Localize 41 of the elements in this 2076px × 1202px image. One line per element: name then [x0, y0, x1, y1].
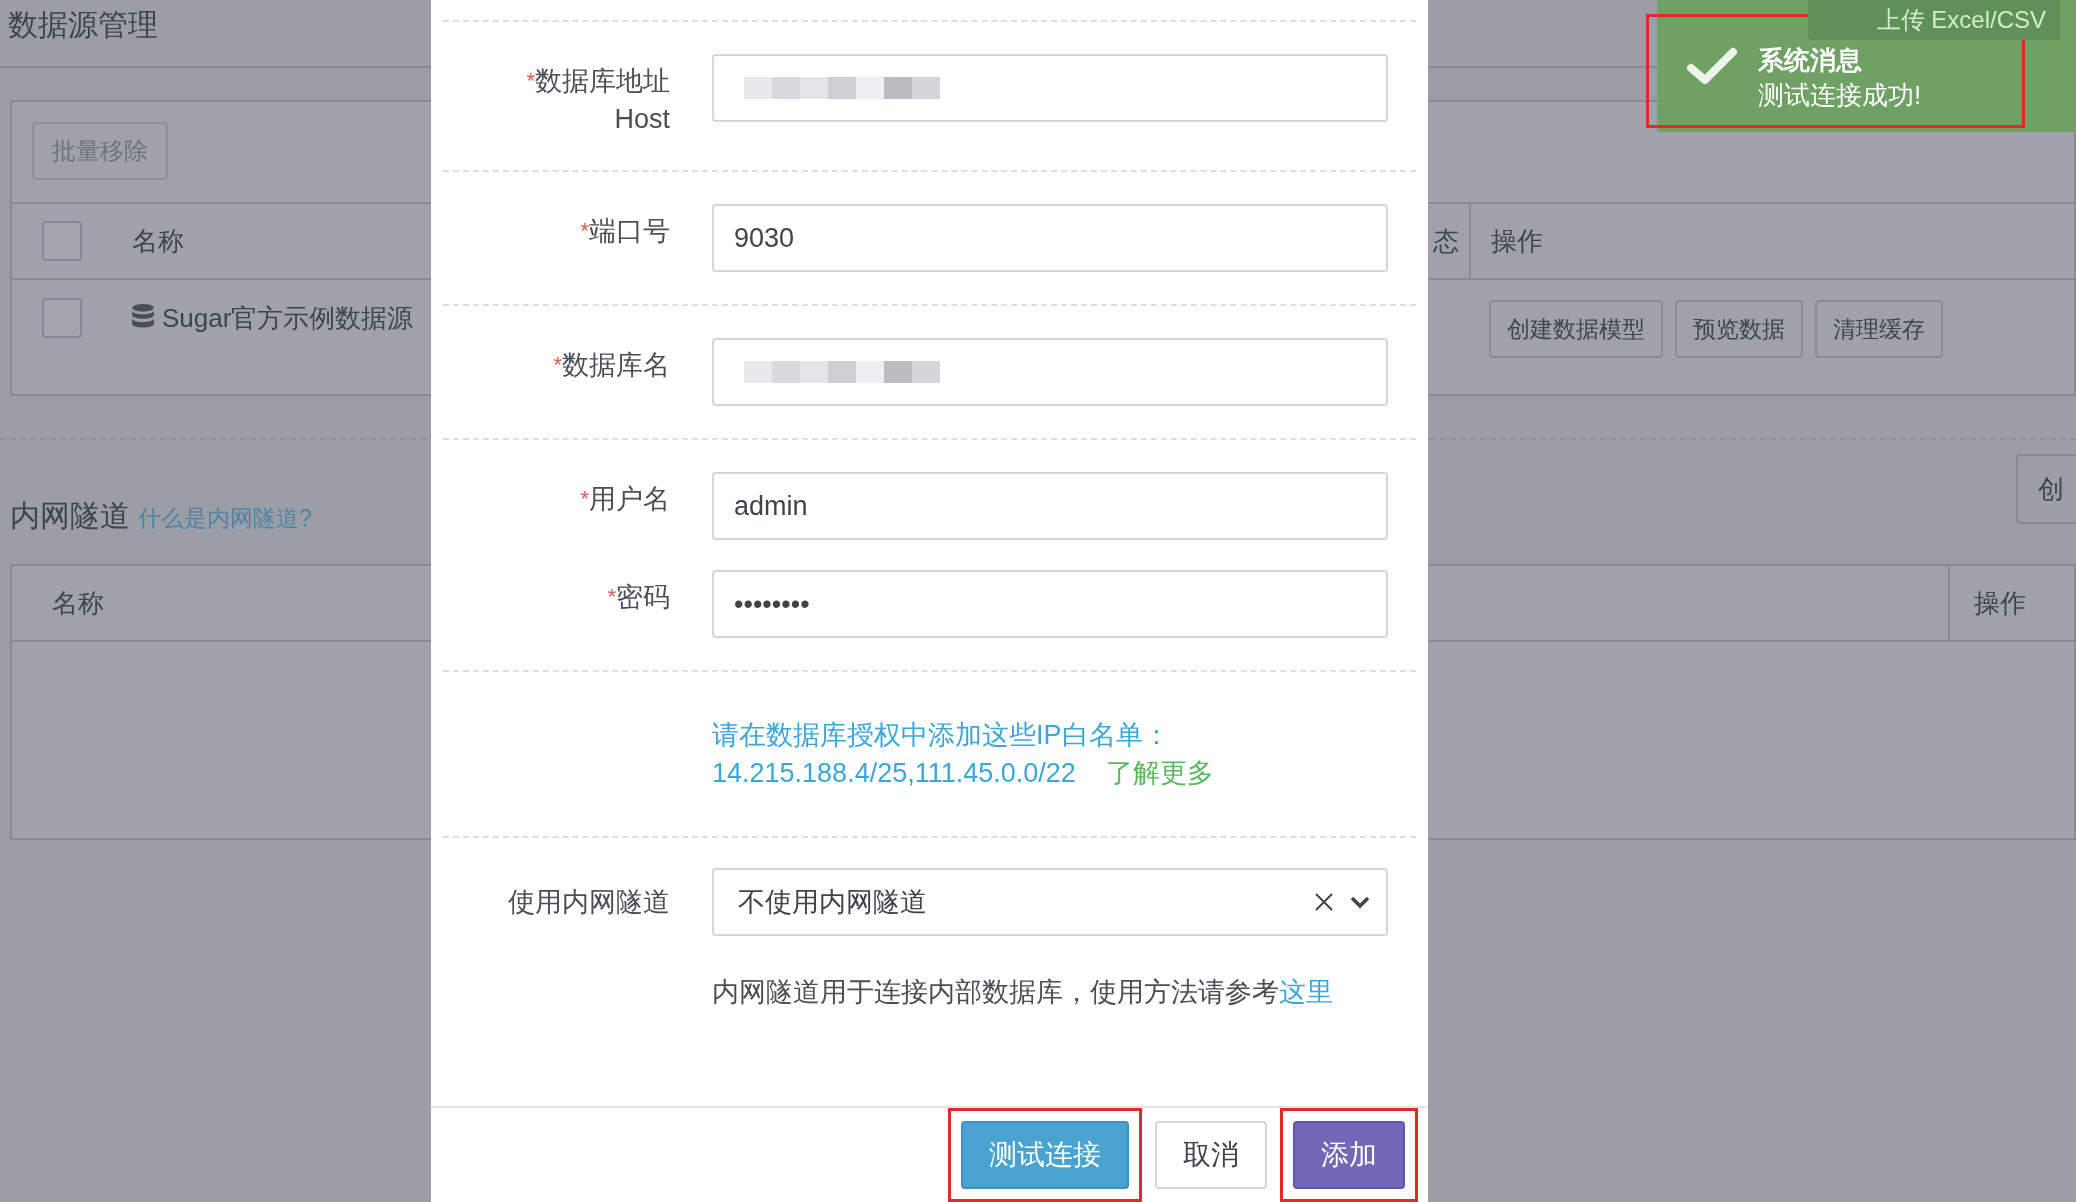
dialog-button[interactable]: 测试连接 — [961, 1121, 1129, 1189]
action-button[interactable]: 预览数据 — [1675, 300, 1803, 358]
field-label: 使用内网隧道 — [507, 886, 670, 919]
dialog-button[interactable]: 取消 — [1155, 1121, 1267, 1189]
column-header: 操作 — [1974, 586, 2026, 620]
learn-more-link[interactable]: 了解更多 — [1105, 758, 1214, 788]
page-title: 数据源管理 — [8, 8, 158, 41]
check-icon — [1687, 46, 1737, 86]
field-label: *数据库地址 Host — [525, 65, 670, 136]
select-value: 不使用内网隧道 — [738, 885, 928, 919]
here-link[interactable]: 这里 — [1279, 977, 1333, 1007]
whitelist-notice: 请在数据库授权中添加这些IP白名单： 14.215.188.4/25,111.45.0.0/22 了解更多 — [712, 719, 1215, 790]
field-label: *数据库名 — [552, 349, 670, 382]
datasource-name: Sugar官方示例数据源 — [162, 302, 415, 335]
dialog-button[interactable]: 添加 — [1293, 1121, 1405, 1189]
input-field[interactable] — [712, 54, 1388, 122]
checkbox[interactable] — [42, 221, 82, 261]
action-button[interactable]: 清理缓存 — [1815, 300, 1943, 358]
input-field[interactable]: admin — [712, 472, 1388, 540]
upload-button[interactable]: 上传 Excel/CSV — [1808, 0, 2060, 40]
column-header: 操作 — [1491, 225, 1543, 256]
checkbox[interactable] — [42, 298, 82, 338]
input-field[interactable] — [712, 338, 1388, 406]
column-header: 态 — [1433, 224, 1459, 258]
toast-title: 系统消息 — [1758, 44, 1863, 76]
action-button[interactable]: 创建数据模型 — [1489, 300, 1663, 358]
toast-message: 测试连接成功! — [1758, 79, 1922, 112]
column-header: 名称 — [52, 587, 104, 618]
input-field[interactable]: •••••••• — [712, 570, 1388, 638]
field-label: *用户名 — [579, 483, 670, 516]
create-button[interactable]: 创 — [2016, 454, 2076, 524]
clear-icon[interactable] — [1314, 892, 1334, 912]
field-label: *端口号 — [579, 215, 670, 248]
input-field[interactable]: 9030 — [712, 204, 1388, 272]
section-title: 内网隧道 — [10, 497, 130, 534]
column-header: 名称 — [132, 225, 184, 256]
database-icon — [132, 304, 154, 328]
chevron-down-icon[interactable] — [1350, 895, 1370, 909]
field-label: *密码 — [606, 581, 670, 614]
select-field[interactable]: 不使用内网隧道 — [712, 868, 1388, 936]
tunnel-hint: 内网隧道用于连接内部数据库，使用方法请参考这里 — [712, 976, 1334, 1009]
